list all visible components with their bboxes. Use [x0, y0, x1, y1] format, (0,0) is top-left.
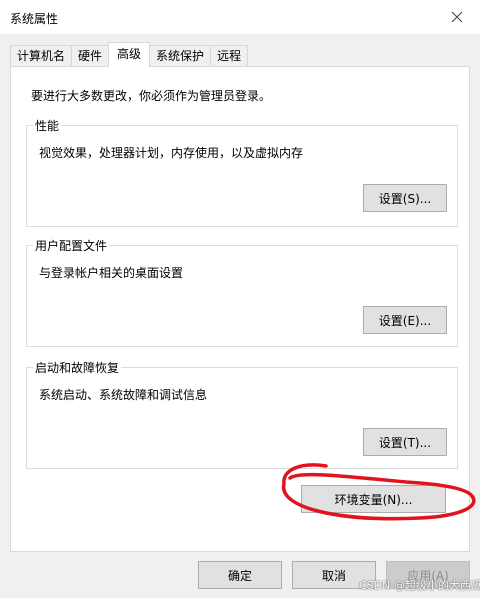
ok-button[interactable]: 确定	[198, 561, 282, 589]
tab-hardware[interactable]: 硬件	[71, 45, 110, 67]
tab-remote[interactable]: 远程	[210, 45, 249, 67]
close-icon	[451, 11, 463, 23]
startup-recovery-description: 系统启动、系统故障和调试信息	[39, 388, 208, 402]
tab-strip: 计算机名 硬件 高级 系统保护 远程	[10, 42, 249, 67]
startup-recovery-settings-button[interactable]: 设置(T)...	[363, 428, 447, 456]
tab-system-protection[interactable]: 系统保护	[149, 45, 212, 67]
user-profiles-settings-button[interactable]: 设置(E)...	[363, 306, 447, 334]
startup-recovery-legend: 启动和故障恢复	[33, 359, 122, 376]
title-bar: 系统属性	[0, 0, 480, 34]
performance-legend: 性能	[33, 117, 62, 134]
admin-note: 要进行大多数更改，你必须作为管理员登录。	[31, 89, 272, 103]
user-profiles-description: 与登录帐户相关的桌面设置	[39, 266, 184, 280]
close-button[interactable]	[434, 0, 480, 34]
csdn-watermark: CSDN @超级小的大西瓜	[359, 579, 480, 592]
user-profiles-group: 用户配置文件 与登录帐户相关的桌面设置 设置(E)...	[26, 237, 458, 347]
tab-advanced[interactable]: 高级	[108, 42, 151, 67]
advanced-tab-panel: 要进行大多数更改，你必须作为管理员登录。 性能 视觉效果，处理器计划，内存使用，…	[10, 66, 470, 552]
performance-description: 视觉效果，处理器计划，内存使用，以及虚拟内存	[39, 146, 304, 160]
performance-settings-button[interactable]: 设置(S)...	[363, 184, 447, 212]
user-profiles-legend: 用户配置文件	[33, 237, 110, 254]
window-title: 系统属性	[10, 12, 59, 26]
tab-computer-name[interactable]: 计算机名	[10, 45, 73, 67]
performance-group: 性能 视觉效果，处理器计划，内存使用，以及虚拟内存 设置(S)...	[26, 117, 458, 227]
startup-recovery-group: 启动和故障恢复 系统启动、系统故障和调试信息 设置(T)...	[26, 359, 458, 469]
environment-variables-button[interactable]: 环境变量(N)...	[301, 485, 446, 513]
